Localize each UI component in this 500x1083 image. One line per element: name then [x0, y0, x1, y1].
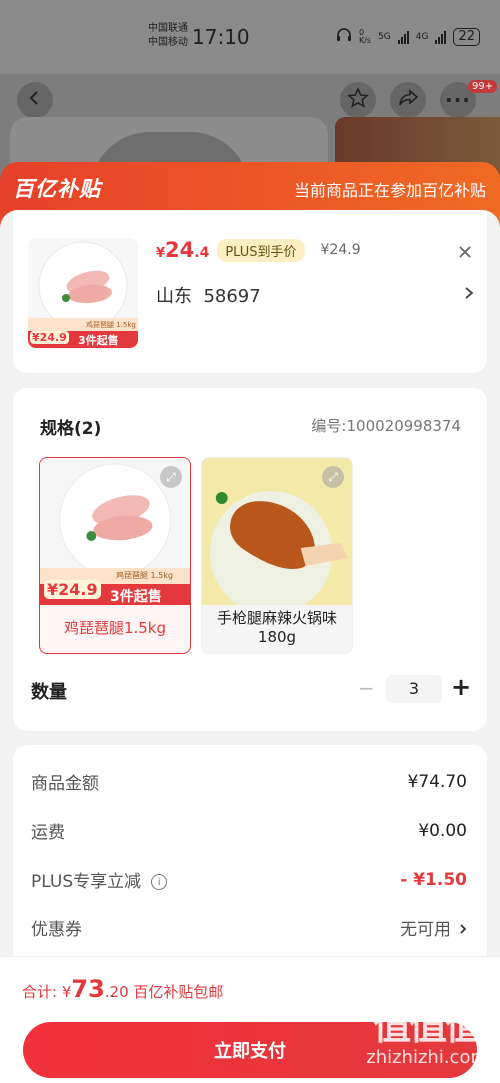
battery-indicator: 22 [453, 27, 480, 46]
subsidy-notice: 当前商品正在参加百亿补贴 [293, 181, 486, 200]
fee-row-shipping: 运费 ¥0.00 [31, 818, 467, 844]
quantity-label: 数量 [31, 682, 67, 703]
fee-label-wrap: PLUS专享立减 i [31, 867, 168, 892]
quantity-minus-button[interactable]: − [358, 676, 375, 700]
quantity-input[interactable]: 3 [386, 675, 442, 703]
fee-label: 商品金额 [31, 774, 99, 794]
chevron-left-icon [27, 90, 43, 110]
product-thumbnail[interactable]: ¥24.9 3件起售 鸡琵琶腿 1.5kg [28, 238, 138, 348]
back-button[interactable] [17, 82, 53, 118]
option-label: 鸡琵琶腿1.5kg [63, 618, 167, 637]
message-badge: 99+ [468, 80, 498, 93]
signal-icon-2 [435, 30, 447, 44]
clock: 17:10 [192, 25, 250, 49]
product-code: 编号:100020998374 [311, 417, 461, 435]
fee-card: 商品金额 ¥74.70 运费 ¥0.00 PLUS专享立减 i - ¥1.50 优… [13, 745, 487, 985]
option-price: ¥24.9 [44, 580, 101, 599]
close-icon [458, 240, 472, 264]
plus-price-tag: PLUS到手价 [217, 238, 305, 262]
option-spec: 鸡琵琶腿 1.5kg [116, 571, 173, 580]
expand-icon[interactable]: ⤢ [322, 466, 344, 488]
fee-row-plus-discount: PLUS专享立减 i - ¥1.50 [31, 867, 467, 893]
subsidy-logo: 百亿补贴 [13, 177, 101, 201]
carrier-1: 中国联通 [148, 23, 188, 34]
purchase-sheet: ¥24.9 3件起售 鸡琵琶腿 1.5kg ¥24.4 PLUS到手价 ¥24.… [0, 210, 500, 1083]
spec-option-chicken-drumstick[interactable]: ¥24.9 3件起售 鸡琵琶腿 1.5kg ⤢ 鸡琵琶腿1.5kg [39, 457, 191, 654]
status-bar: 中国联通 中国移动 17:10 0 K/s 5G 4G 22 [0, 0, 500, 74]
price-line: ¥24.4 PLUS到手价 ¥24.9 [156, 238, 361, 262]
info-icon[interactable]: i [151, 874, 168, 890]
fee-label: PLUS专享立减 [31, 872, 142, 892]
net-speed: 0 K/s [358, 27, 372, 45]
expand-icon[interactable]: ⤢ [160, 466, 182, 488]
status-icons: 0 K/s 5G 4G 22 [336, 27, 480, 46]
watermark: 值值值 zhizhizhi.com [366, 1005, 488, 1069]
thumb-price: ¥24.9 [30, 331, 69, 344]
watermark-text: zhizhizhi.com [366, 1047, 488, 1068]
headphone-icon [336, 27, 352, 46]
fee-value: - ¥1.50 [400, 869, 467, 890]
delivery-address[interactable]: 山东 58697 [156, 282, 261, 308]
option-label: 手枪腿麻辣火锅味180g [216, 609, 337, 646]
spec-card: 规格(2) 编号:100020998374 ¥24.9 3件起售 鸡琵琶腿 1.… [13, 388, 487, 731]
chevron-right-icon[interactable] [464, 284, 474, 305]
fee-value: 无可用 [400, 920, 451, 940]
watermark-logo: 值值值 [373, 1004, 483, 1048]
thumb-tag: 3件起售 [78, 334, 119, 347]
more-dots-icon: ··· [445, 88, 471, 112]
fee-value: ¥74.70 [407, 771, 467, 792]
plus-price: ¥24.4 [156, 238, 210, 262]
spec-title: 规格(2) [40, 419, 102, 439]
fee-row-goods: 商品金额 ¥74.70 [31, 769, 467, 795]
fee-label: 运费 [31, 823, 65, 843]
fee-value: ¥0.00 [418, 820, 467, 841]
coupon-value-wrap: 无可用 [400, 915, 467, 940]
fee-label: 优惠券 [31, 920, 82, 940]
share-button[interactable] [390, 82, 426, 118]
quantity-plus-button[interactable]: + [451, 673, 471, 701]
close-button[interactable] [458, 240, 472, 264]
star-icon [347, 87, 369, 113]
net-type-2: 4G [415, 31, 429, 42]
spec-option-spicy-leg[interactable]: ⤢ 手枪腿麻辣火锅味180g [201, 457, 353, 654]
carrier-2: 中国移动 [148, 37, 188, 48]
net-type-1: 5G [378, 31, 391, 42]
signal-icon [397, 30, 409, 44]
fee-row-coupon[interactable]: 优惠券 无可用 [31, 915, 467, 940]
total-amount: 合计: ¥ 73 .20 百亿补贴包邮 [22, 975, 224, 1003]
share-icon [397, 87, 419, 113]
chevron-right-icon [459, 920, 467, 940]
original-price: ¥24.9 [320, 242, 361, 258]
thumb-spec: 鸡琵琶腿 1.5kg [86, 321, 136, 329]
carrier-info: 中国联通 中国移动 [148, 22, 188, 50]
favorite-button[interactable] [340, 82, 376, 118]
